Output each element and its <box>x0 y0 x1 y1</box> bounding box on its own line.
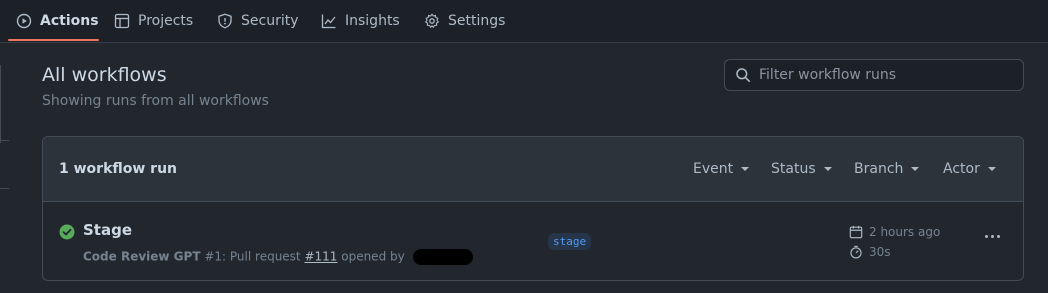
play-circle-icon <box>16 13 32 29</box>
workflow-run-row[interactable]: Stage Code Review GPT #1: Pull request #… <box>43 203 1023 280</box>
meta-text: opened by <box>337 249 405 264</box>
repo-nav: Actions Projects Security Insights Setti… <box>0 0 1048 43</box>
sidebar-divider <box>0 103 1 143</box>
active-tab-underline <box>8 39 99 41</box>
tab-settings[interactable]: Settings <box>424 0 505 42</box>
triangle-down-icon <box>987 167 996 171</box>
run-meta: Code Review GPT #1: Pull request #111 op… <box>83 249 473 265</box>
tab-insights[interactable]: Insights <box>321 0 400 42</box>
sidebar-edge <box>0 43 10 293</box>
tab-label: Projects <box>138 13 194 29</box>
filter-workflow-runs-input[interactable]: Filter workflow runs <box>724 59 1024 91</box>
run-timing: 2 hours ago 30s <box>849 225 940 259</box>
duration: 30s <box>869 245 891 259</box>
triangle-down-icon <box>911 167 920 171</box>
page-title: All workflows <box>42 64 167 86</box>
pull-request-link[interactable]: #111 <box>304 250 337 264</box>
calendar-icon <box>849 225 863 239</box>
stopwatch-icon <box>849 245 863 259</box>
filter-label: Event <box>693 161 734 177</box>
filter-label: Branch <box>854 161 904 177</box>
tab-label: Security <box>241 13 299 29</box>
filter-label: Actor <box>943 161 980 177</box>
time-ago: 2 hours ago <box>869 225 941 239</box>
search-icon <box>735 67 751 83</box>
tab-projects[interactable]: Projects <box>114 0 193 42</box>
sidebar-divider <box>0 65 1 105</box>
graph-icon <box>321 13 337 29</box>
check-circle-icon <box>59 224 75 240</box>
sidebar-divider <box>0 188 9 189</box>
page-subtitle: Showing runs from all workflows <box>42 93 269 109</box>
branch-label[interactable]: stage <box>548 233 592 250</box>
actor-filter-button[interactable]: Actor <box>943 161 996 177</box>
tab-label: Settings <box>448 13 506 29</box>
filter-label: Status <box>771 161 816 177</box>
status-filter-button[interactable]: Status <box>771 161 832 177</box>
tab-security[interactable]: Security <box>217 0 299 42</box>
triangle-down-icon <box>823 167 832 171</box>
gear-icon <box>424 13 440 29</box>
branch-filter-button[interactable]: Branch <box>854 161 920 177</box>
kebab-horizontal-icon[interactable] <box>985 235 1000 238</box>
tab-label: Actions <box>40 13 99 29</box>
triangle-down-icon <box>741 167 750 171</box>
sidebar-divider <box>0 140 9 141</box>
shield-icon <box>217 13 233 29</box>
redacted-actor <box>412 249 473 265</box>
run-title-link[interactable]: Stage <box>83 221 132 239</box>
runs-box-header: 1 workflow run Event Status Branch Actor <box>43 137 1023 202</box>
duration-line: 30s <box>849 245 940 259</box>
event-filter-button[interactable]: Event <box>693 161 750 177</box>
time-ago-line: 2 hours ago <box>849 225 940 239</box>
tab-label: Insights <box>345 13 400 29</box>
filter-placeholder: Filter workflow runs <box>759 67 897 83</box>
workflow-name: Code Review GPT <box>83 249 201 264</box>
workflow-runs-box: 1 workflow run Event Status Branch Actor… <box>42 136 1024 281</box>
run-number: #1 <box>204 249 223 264</box>
workflow-run-count: 1 workflow run <box>59 161 178 177</box>
tab-actions[interactable]: Actions <box>16 0 99 42</box>
table-icon <box>114 13 130 29</box>
meta-text: : Pull request <box>222 249 305 264</box>
